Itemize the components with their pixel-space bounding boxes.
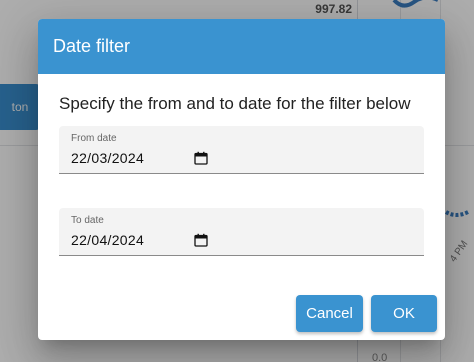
calendar-icon[interactable] <box>194 151 208 165</box>
ok-button[interactable]: OK <box>371 295 437 332</box>
dialog-actions: Cancel OK <box>296 295 437 332</box>
calendar-icon[interactable] <box>194 233 208 247</box>
dialog-header: Date filter <box>38 19 445 74</box>
dialog-body: Specify the from and to date for the fil… <box>38 94 445 256</box>
to-date-field[interactable]: To date 22/04/2024 <box>59 208 424 256</box>
from-date-value[interactable]: 22/03/2024 <box>71 150 144 166</box>
dialog-title: Date filter <box>53 36 131 56</box>
to-date-value[interactable]: 22/04/2024 <box>71 232 144 248</box>
to-date-label: To date <box>71 215 104 226</box>
date-filter-dialog: Date filter Specify the from and to date… <box>38 19 445 340</box>
dialog-instruction: Specify the from and to date for the fil… <box>59 94 411 113</box>
from-date-label: From date <box>71 133 117 144</box>
from-date-field[interactable]: From date 22/03/2024 <box>59 126 424 174</box>
cancel-button[interactable]: Cancel <box>296 295 363 332</box>
